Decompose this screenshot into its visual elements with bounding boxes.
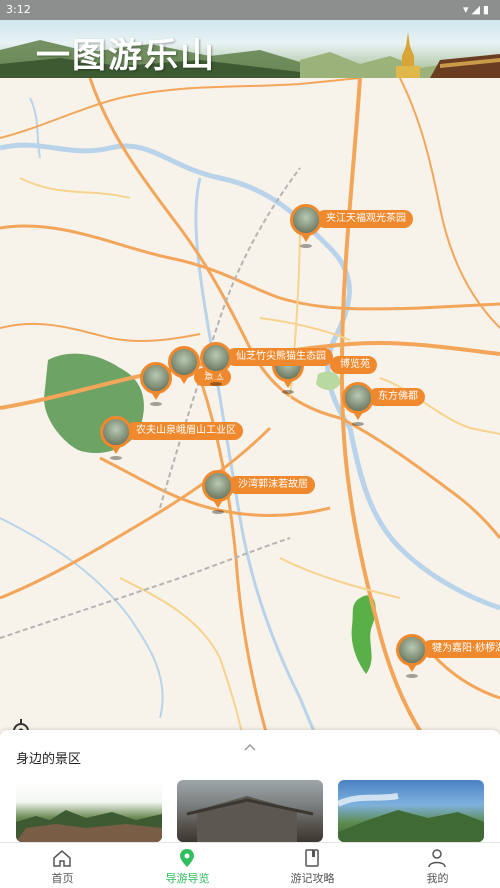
poi-pin — [100, 416, 132, 454]
poi-label: 农夫山泉峨眉山工业区 — [126, 422, 243, 440]
scenic-card-2[interactable] — [177, 780, 323, 842]
status-icons: ▾◢▮ — [462, 3, 492, 16]
scenic-card-3[interactable] — [338, 780, 484, 842]
scenic-thumbnail — [186, 796, 314, 842]
header-banner: 一图游乐山 — [0, 20, 500, 78]
poi-pin — [290, 204, 322, 242]
location-pin-icon — [180, 849, 194, 867]
poi-pin — [202, 470, 234, 508]
poi-shadow — [300, 244, 312, 248]
poi-shadow — [150, 402, 162, 406]
scenic-card-1[interactable] — [16, 780, 162, 842]
poi-pin — [396, 634, 428, 672]
nearby-scenic-panel[interactable]: 身边的景区 — [0, 730, 500, 842]
tab-label: 游记攻略 — [290, 872, 335, 885]
tab-label: 导游导览 — [165, 872, 210, 885]
poi-pin — [140, 362, 172, 400]
poi-shadow — [406, 674, 418, 678]
expand-panel-button[interactable] — [244, 736, 256, 751]
poi-label: 夹江天福观光茶园 — [316, 210, 413, 228]
scenic-thumbnail — [338, 793, 484, 842]
poi-shadow — [212, 510, 224, 514]
poi-label: 博览苑 — [330, 356, 377, 374]
user-icon — [428, 849, 446, 868]
home-icon — [53, 850, 71, 867]
status-time: 3:12 — [6, 3, 31, 16]
poi-shadow — [352, 422, 364, 426]
bottom-tab-bar: 首页 导游导览 游记攻略 我的 — [0, 842, 500, 888]
book-icon — [305, 849, 319, 867]
tab-home[interactable]: 首页 — [0, 843, 125, 888]
tab-label: 首页 — [51, 872, 74, 885]
panel-title: 身边的景区 — [16, 752, 82, 767]
tab-guide[interactable]: 导游导览 — [125, 843, 250, 888]
chevron-up-icon — [244, 743, 256, 751]
poi-pin — [168, 346, 200, 384]
status-bar: 3:12 ▾◢▮ — [0, 0, 500, 20]
poi-label: 犍为嘉阳·桫椤湖 — [422, 640, 500, 658]
tab-notes[interactable]: 游记攻略 — [250, 843, 375, 888]
poi-shadow — [282, 390, 294, 394]
banner-title: 一图游乐山 — [36, 36, 216, 76]
poi-label: 沙湾郭沫若故居 — [228, 476, 315, 494]
poi-shadow — [210, 382, 222, 386]
map-view[interactable]: 夹江天福观光茶园 景区 博览苑 仙芝竹尖熊猫生态园 东方佛都 农夫山泉峨眉山工业… — [0, 78, 500, 746]
tab-label: 我的 — [426, 872, 449, 885]
poi-shadow — [110, 456, 122, 460]
tab-mine[interactable]: 我的 — [375, 843, 500, 888]
poi-pin — [342, 382, 374, 420]
poi-label: 仙芝竹尖熊猫生态园 — [226, 348, 333, 366]
scenic-thumbnail — [16, 810, 162, 842]
poi-pin — [200, 342, 232, 380]
poi-label: 东方佛都 — [368, 388, 425, 406]
